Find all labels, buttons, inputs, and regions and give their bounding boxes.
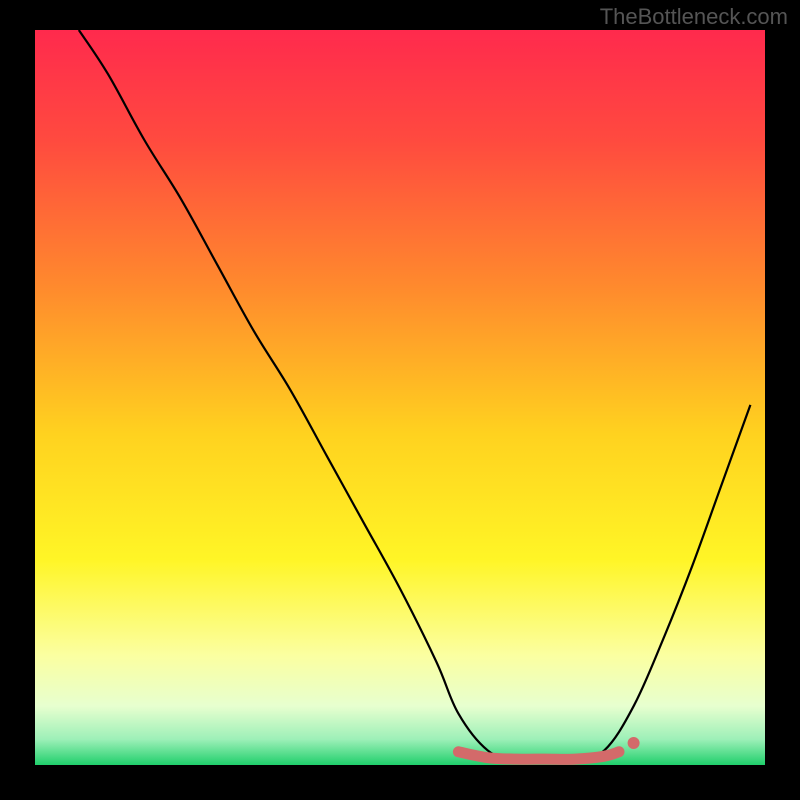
watermark-text: TheBottleneck.com [600, 4, 788, 30]
bottleneck-chart [0, 0, 800, 800]
chart-svg [0, 0, 800, 800]
highlight-dot [628, 737, 640, 749]
